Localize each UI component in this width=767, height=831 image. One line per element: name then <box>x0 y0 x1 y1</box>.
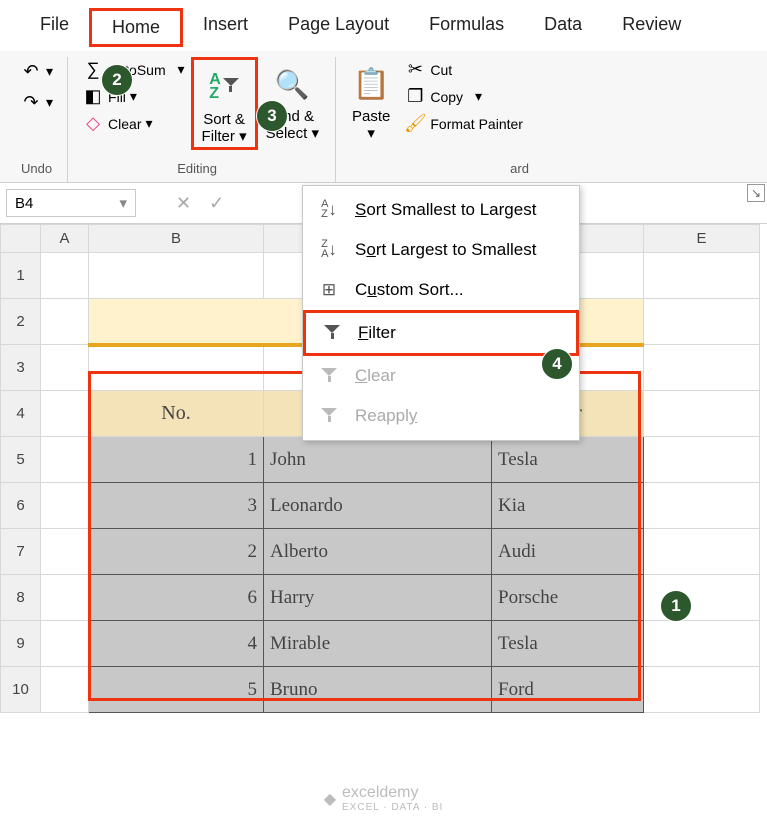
table-cell[interactable]: 2 <box>89 529 264 575</box>
row-header[interactable]: 9 <box>1 621 41 667</box>
reapply-icon <box>317 408 341 424</box>
copy-button[interactable]: ❐Copy ▾ <box>404 86 523 107</box>
undo-icon: ↶ <box>20 61 42 82</box>
undo-button[interactable]: ↶▾ <box>20 59 53 84</box>
cut-button[interactable]: ✂Cut <box>404 59 523 80</box>
chevron-down-icon: ▾ <box>475 88 482 105</box>
chevron-down-icon: ▾ <box>311 125 319 142</box>
table-cell[interactable]: 4 <box>89 621 264 667</box>
paste-button[interactable]: 📋 Paste▾ <box>344 57 398 144</box>
logo-icon: ◆ <box>324 789 336 809</box>
autosum-button[interactable]: ∑AutoSum ▾ <box>82 59 185 80</box>
tab-review[interactable]: Review <box>602 8 701 47</box>
row-header[interactable]: 4 <box>1 391 41 437</box>
table-cell[interactable]: Alberto <box>264 529 492 575</box>
row-header[interactable]: 7 <box>1 529 41 575</box>
group-undo: ↶▾ ↷▾ Undo <box>6 57 68 182</box>
col-header-e[interactable]: E <box>644 225 760 253</box>
format-painter-button[interactable]: 🖌Format Painter <box>404 113 523 134</box>
sort-asc-icon: AZ↓ <box>317 200 341 220</box>
table-cell[interactable]: Tesla <box>492 437 644 483</box>
filter-icon <box>320 325 344 341</box>
chevron-down-icon: ▾ <box>178 61 185 78</box>
table-cell[interactable]: Ford <box>492 667 644 713</box>
brush-icon: 🖌 <box>404 113 426 134</box>
search-icon: 🔍 <box>275 61 310 107</box>
row-header[interactable]: 3 <box>1 345 41 391</box>
watermark: ◆ exceldemyEXCEL · DATA · BI <box>324 784 444 813</box>
sort-filter-icon: AZ <box>209 64 239 110</box>
group-label-editing: Editing <box>177 161 217 176</box>
select-all-corner[interactable] <box>1 225 41 253</box>
menu-filter[interactable]: Filter <box>303 310 579 356</box>
col-header-a[interactable]: A <box>41 225 89 253</box>
eraser-icon: ◇ <box>82 113 104 134</box>
tab-pagelayout[interactable]: Page Layout <box>268 8 409 47</box>
menu-custom-sort[interactable]: ⊞ Custom Sort... <box>303 270 579 310</box>
group-label-clipboard: ard <box>510 161 529 176</box>
fill-icon: ◧ <box>82 86 104 107</box>
clear-button[interactable]: ◇Clear▾ <box>82 113 185 134</box>
tab-insert[interactable]: Insert <box>183 8 268 47</box>
callout-badge-3: 3 <box>256 100 288 132</box>
table-cell[interactable]: Kia <box>492 483 644 529</box>
table-cell[interactable]: 6 <box>89 575 264 621</box>
redo-button[interactable]: ↷▾ <box>20 90 53 115</box>
tab-home[interactable]: Home <box>89 8 183 47</box>
menu-sort-desc[interactable]: ZA↓ Sort Largest to Smallest <box>303 230 579 270</box>
name-box[interactable]: B4▾ <box>6 189 136 217</box>
chevron-down-icon: ▾ <box>119 194 127 212</box>
fill-button[interactable]: ◧Fill▾ <box>82 86 185 107</box>
table-header-no[interactable]: No. <box>89 391 264 437</box>
confirm-formula-icon[interactable]: ✓ <box>209 193 224 214</box>
table-cell[interactable]: Mirable <box>264 621 492 667</box>
col-header-b[interactable]: B <box>89 225 264 253</box>
table-cell[interactable]: Audi <box>492 529 644 575</box>
sort-desc-icon: ZA↓ <box>317 240 341 260</box>
row-header[interactable]: 5 <box>1 437 41 483</box>
table-cell[interactable]: 1 <box>89 437 264 483</box>
copy-icon: ❐ <box>404 86 426 107</box>
chevron-down-icon: ▾ <box>146 115 153 132</box>
sort-filter-menu: AZ↓ Sort Smallest to Largest ZA↓ Sort La… <box>302 185 580 441</box>
table-cell[interactable]: 5 <box>89 667 264 713</box>
row-header[interactable]: 1 <box>1 253 41 299</box>
table-cell[interactable]: 3 <box>89 483 264 529</box>
row-header[interactable]: 6 <box>1 483 41 529</box>
tab-data[interactable]: Data <box>524 8 602 47</box>
callout-badge-4: 4 <box>541 348 573 380</box>
cut-icon: ✂ <box>404 59 426 80</box>
table-cell[interactable]: Harry <box>264 575 492 621</box>
clear-filter-icon <box>317 368 341 384</box>
ribbon-tabs: File Home Insert Page Layout Formulas Da… <box>0 0 767 51</box>
paste-icon: 📋 <box>353 61 390 107</box>
chevron-down-icon: ▾ <box>46 94 53 111</box>
cancel-formula-icon[interactable]: ✕ <box>176 193 191 214</box>
row-header[interactable]: 2 <box>1 299 41 345</box>
table-cell[interactable]: John <box>264 437 492 483</box>
table-cell[interactable]: Porsche <box>492 575 644 621</box>
chevron-down-icon: ▾ <box>367 125 375 142</box>
menu-reapply: Reapply <box>303 396 579 436</box>
custom-sort-icon: ⊞ <box>317 280 341 300</box>
row-header[interactable]: 10 <box>1 667 41 713</box>
group-label-undo: Undo <box>21 161 52 176</box>
group-clipboard: 📋 Paste▾ ✂Cut ❐Copy ▾ 🖌Format Painter ar… <box>336 57 537 182</box>
menu-clear: Clear <box>303 356 579 396</box>
table-cell[interactable]: Tesla <box>492 621 644 667</box>
chevron-down-icon: ▾ <box>130 88 137 105</box>
table-cell[interactable]: Bruno <box>264 667 492 713</box>
tab-formulas[interactable]: Formulas <box>409 8 524 47</box>
redo-icon: ↷ <box>20 92 42 113</box>
chevron-down-icon: ▾ <box>46 63 53 80</box>
row-header[interactable]: 8 <box>1 575 41 621</box>
menu-sort-asc[interactable]: AZ↓ Sort Smallest to Largest <box>303 190 579 230</box>
table-cell[interactable]: Leonardo <box>264 483 492 529</box>
dialog-launcher-icon[interactable]: ↘ <box>747 184 765 202</box>
chevron-down-icon: ▾ <box>239 128 247 145</box>
sort-filter-button[interactable]: AZ Sort &Filter ▾ <box>191 57 258 150</box>
callout-badge-1: 1 <box>660 590 692 622</box>
callout-badge-2: 2 <box>101 64 133 96</box>
tab-file[interactable]: File <box>20 8 89 47</box>
